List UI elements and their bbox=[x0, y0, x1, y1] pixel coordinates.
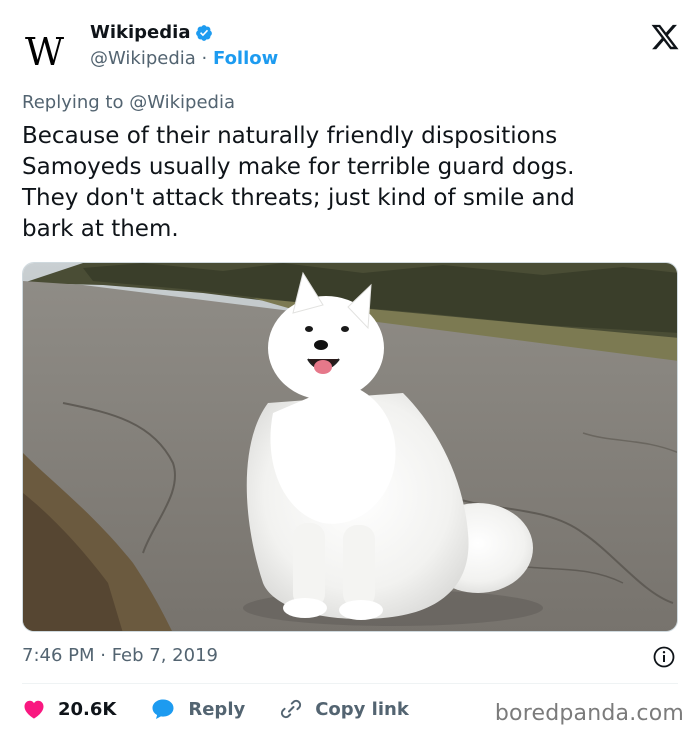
actions-divider bbox=[22, 683, 678, 684]
x-logo-icon[interactable] bbox=[650, 22, 680, 52]
follow-button[interactable]: Follow bbox=[213, 48, 278, 69]
samoyed-photo bbox=[23, 263, 677, 631]
tweet-text: Because of their naturally friendly disp… bbox=[22, 123, 575, 242]
tweet-photo[interactable] bbox=[22, 262, 678, 632]
name-row: Wikipedia bbox=[90, 22, 213, 43]
info-icon[interactable] bbox=[652, 645, 676, 669]
tweet-timestamp[interactable]: 7:46 PM · Feb 7, 2019 bbox=[22, 645, 218, 666]
tweet-actions: 20.6K Reply Copy link bbox=[22, 694, 443, 724]
like-count: 20.6K bbox=[58, 698, 117, 720]
reply-button[interactable]: Reply bbox=[150, 697, 245, 721]
handle-separator: · bbox=[201, 48, 208, 69]
handle[interactable]: @Wikipedia bbox=[90, 48, 196, 69]
wikipedia-logo[interactable]: W bbox=[25, 30, 83, 74]
link-icon bbox=[281, 699, 302, 719]
boredpanda-watermark: boredpanda.com bbox=[494, 701, 684, 726]
reply-label: Reply bbox=[188, 698, 246, 720]
verified-badge-icon bbox=[196, 24, 213, 41]
display-name[interactable]: Wikipedia bbox=[90, 22, 190, 43]
reply-bubble-icon bbox=[152, 699, 174, 719]
copy-link-button[interactable]: Copy link bbox=[279, 697, 409, 721]
handle-row: @Wikipedia · Follow bbox=[90, 48, 278, 69]
replying-to-label[interactable]: Replying to @Wikipedia bbox=[22, 92, 235, 113]
copy-link-label: Copy link bbox=[315, 698, 409, 720]
heart-icon bbox=[24, 700, 44, 719]
like-button[interactable]: 20.6K bbox=[22, 697, 116, 721]
tweet-header: W Wikipedia @Wikipedia · Follow bbox=[22, 18, 682, 78]
